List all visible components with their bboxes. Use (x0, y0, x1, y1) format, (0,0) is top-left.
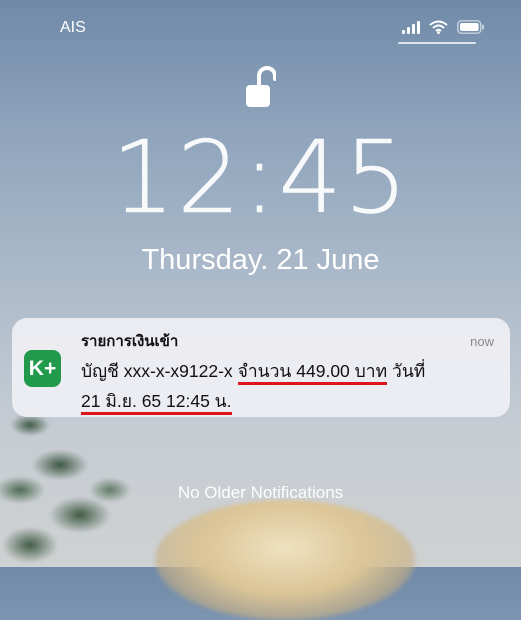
notification-card[interactable]: K+ รายการเงินเข้า now บัญชี xxx-x-x9122-… (12, 318, 510, 417)
kplus-app-icon: K+ (24, 350, 61, 387)
battery-icon (457, 20, 484, 34)
control-center-indicator[interactable] (398, 42, 476, 44)
carrier-label: AIS (60, 19, 86, 36)
account-text: บัญชี xxx-x-x9122-x (81, 361, 233, 381)
notification-time: now (470, 334, 494, 349)
cellular-signal-icon (402, 20, 420, 34)
no-older-notifications-label: No Older Notifications (177, 483, 344, 502)
amount-text: จำนวน 449.00 บาท (237, 361, 388, 385)
lock-screen-date: Thursday. 21 June (141, 244, 380, 276)
status-bar: AIS (0, 18, 521, 40)
notification-title: รายการเงินเข้า (81, 333, 179, 350)
lock-screen-time: 12:45 (111, 119, 410, 236)
wallpaper-blur (155, 500, 415, 620)
date-label: วันที่ (392, 361, 426, 381)
transaction-date-text: 21 มิ.ย. 65 12:45 น. (81, 391, 232, 415)
notification-body-line1: บัญชี xxx-x-x9122-x จำนวน 449.00 บาท วัน… (81, 357, 425, 385)
status-icons (402, 20, 485, 34)
unlocked-padlock-icon (246, 66, 276, 107)
wifi-icon (429, 20, 448, 34)
notification-body-line2: 21 มิ.ย. 65 12:45 น. (81, 387, 232, 415)
